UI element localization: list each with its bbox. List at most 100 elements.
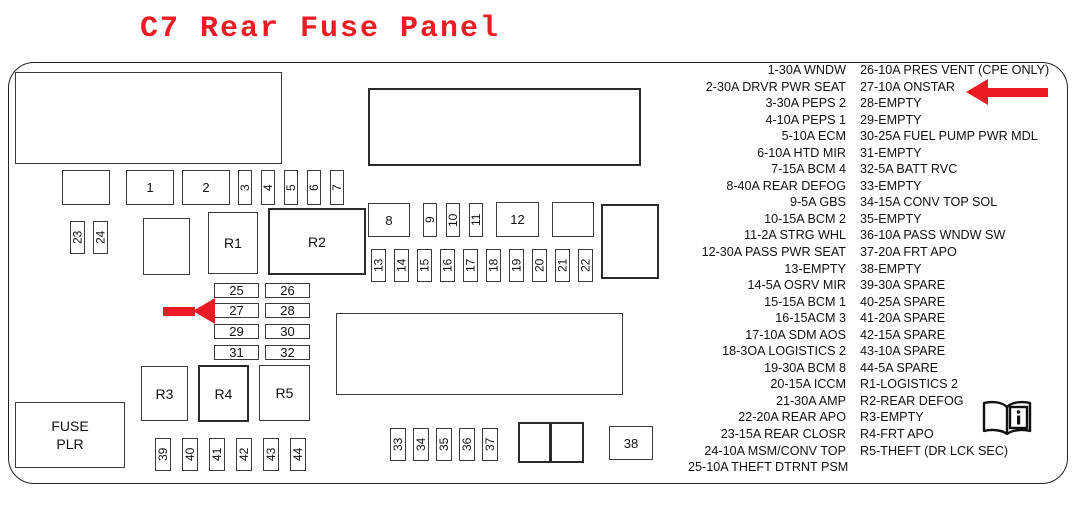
fuse-2[interactable]: 2 (182, 170, 230, 205)
fuse-32[interactable]: 32 (265, 345, 310, 360)
relay-r2-label: R2 (308, 233, 326, 250)
fuse-slot-blank-c (552, 202, 594, 237)
bus-box-lower-middle (336, 313, 623, 395)
fuse-23[interactable]: 23 (70, 221, 85, 254)
legend-item: 16-15ACM 3 (775, 311, 846, 326)
fuse-4[interactable]: 4 (261, 170, 275, 205)
bus-box-top-left (15, 72, 282, 164)
fuse-40[interactable]: 40 (182, 438, 198, 471)
fuse-44[interactable]: 44 (290, 438, 306, 471)
fuse-slot-blank-d (518, 422, 551, 463)
fuse-22[interactable]: 22 (578, 249, 593, 282)
legend-item: R2-REAR DEFOG (860, 393, 964, 408)
fuse-29[interactable]: 29 (214, 324, 259, 339)
legend-column-right: 26-10A PRES VENT (CPE ONLY) 27-10A ONSTA… (860, 62, 1068, 459)
fuse-43[interactable]: 43 (263, 438, 279, 471)
legend-item: 8-40A REAR DEFOG (726, 178, 846, 193)
fuse-panel-diagram: 1 2 3 4 5 6 7 23 24 R1 R2 8 9 10 11 12 1… (0, 0, 680, 526)
fuse-slot-blank-e (550, 422, 584, 463)
fuse-legend: 1-30A WNDW 2-30A DRVR PWR SEAT 3-30A PEP… (688, 62, 1068, 492)
legend-item: R1-LOGISTICS 2 (860, 377, 958, 392)
legend-item: 4-10A PEPS 1 (765, 112, 846, 127)
fuse-16[interactable]: 16 (440, 249, 455, 282)
fuse-26[interactable]: 26 (265, 283, 310, 298)
legend-item: 6-10A HTD MIR (757, 145, 846, 160)
fuse-9[interactable]: 9 (423, 203, 437, 237)
legend-item: 10-15A BCM 2 (764, 211, 846, 226)
fuse-35[interactable]: 35 (436, 428, 452, 461)
fuse-25[interactable]: 25 (214, 283, 259, 298)
fuse-20[interactable]: 20 (532, 249, 547, 282)
relay-r3-label: R3 (155, 385, 174, 402)
legend-item: 21-30A AMP (775, 393, 846, 408)
fuse-41[interactable]: 41 (209, 438, 225, 471)
fuse-33[interactable]: 33 (390, 428, 406, 461)
fuse-30[interactable]: 30 (265, 324, 310, 339)
legend-item: 26-10A PRES VENT (CPE ONLY) (860, 63, 1050, 77)
fuse-39[interactable]: 39 (155, 438, 171, 471)
legend-item: 38-EMPTY (860, 261, 922, 276)
legend-item: 23-15A REAR CLOSR (720, 427, 846, 442)
legend-item: 30-25A FUEL PUMP PWR MDL (860, 129, 1038, 144)
legend-item: 25-10A THEFT DTRNT PSM (688, 460, 849, 475)
fuse-17[interactable]: 17 (463, 249, 478, 282)
fuse-14[interactable]: 14 (394, 249, 409, 282)
fuse-34[interactable]: 34 (413, 428, 429, 461)
fuse-slot-blank-a (62, 170, 110, 205)
legend-item: 29-EMPTY (860, 112, 922, 127)
legend-item: R3-EMPTY (860, 410, 924, 425)
legend-item: 18-3OA LOGISTICS 2 (722, 344, 846, 359)
fuse-37[interactable]: 37 (482, 428, 498, 461)
relay-r1-label: R1 (224, 235, 242, 251)
relay-r5-label: R5 (275, 385, 294, 401)
relay-r5[interactable]: R5 (259, 365, 310, 421)
legend-item: 41-20A SPARE (860, 311, 946, 326)
legend-item: 17-10A SDM AOS (745, 327, 846, 342)
fuse-18[interactable]: 18 (486, 249, 501, 282)
fuse-12[interactable]: 12 (496, 202, 539, 237)
relay-r2[interactable]: R2 (268, 208, 366, 275)
fuse-5[interactable]: 5 (284, 170, 298, 205)
legend-item: 13-EMPTY (784, 261, 846, 276)
fuse-8[interactable]: 8 (368, 203, 410, 237)
owners-manual-book-info-icon (980, 399, 1034, 437)
legend-item: 34-15A CONV TOP SOL (860, 195, 998, 210)
fuse-3[interactable]: 3 (238, 170, 252, 205)
legend-item: 12-30A PASS PWR SEAT (701, 245, 846, 260)
relay-r3[interactable]: R3 (141, 366, 188, 421)
fuse-42[interactable]: 42 (236, 438, 252, 471)
legend-column-left: 1-30A WNDW 2-30A DRVR PWR SEAT 3-30A PEP… (688, 62, 858, 476)
fuse-13[interactable]: 13 (371, 249, 386, 282)
bus-box-top-middle (368, 88, 641, 166)
fuse-31[interactable]: 31 (214, 345, 259, 360)
fuse-6[interactable]: 6 (307, 170, 321, 205)
legend-item: 39-30A SPARE (860, 278, 946, 293)
legend-item: 35-EMPTY (860, 211, 922, 226)
fuse-puller-line1: FUSE (51, 418, 89, 434)
fuse-puller-line2: PLR (56, 436, 84, 452)
fuse-7[interactable]: 7 (330, 170, 344, 205)
relay-r4[interactable]: R4 (198, 365, 249, 422)
legend-item: R4-FRT APO (860, 427, 934, 442)
fuse-1[interactable]: 1 (126, 170, 174, 205)
legend-item: 33-EMPTY (860, 178, 922, 193)
legend-item: R5-THEFT (DR LCK SEC) (860, 443, 1009, 458)
fuse-24[interactable]: 24 (93, 221, 108, 254)
fuse-19[interactable]: 19 (509, 249, 524, 282)
fuse-11[interactable]: 11 (469, 203, 483, 237)
fuse-27[interactable]: 27 (214, 303, 259, 318)
fuse-puller[interactable]: FUSE PLR (15, 402, 125, 468)
fuse-10[interactable]: 10 (446, 203, 460, 237)
legend-item: 2-30A DRVR PWR SEAT (705, 79, 846, 94)
fuse-28[interactable]: 28 (265, 303, 310, 318)
fuse-15[interactable]: 15 (417, 249, 432, 282)
legend-item: 37-20A FRT APO (860, 245, 957, 260)
fuse-21[interactable]: 21 (555, 249, 570, 282)
fuse-38[interactable]: 38 (609, 426, 653, 460)
legend-item: 44-5A SPARE (860, 360, 939, 375)
legend-item: 5-10A ECM (781, 129, 846, 144)
fuse-36[interactable]: 36 (459, 428, 475, 461)
relay-r4-label: R4 (214, 385, 233, 402)
relay-r1[interactable]: R1 (208, 212, 258, 274)
legend-item: 11-2A STRG WHL (744, 228, 846, 243)
